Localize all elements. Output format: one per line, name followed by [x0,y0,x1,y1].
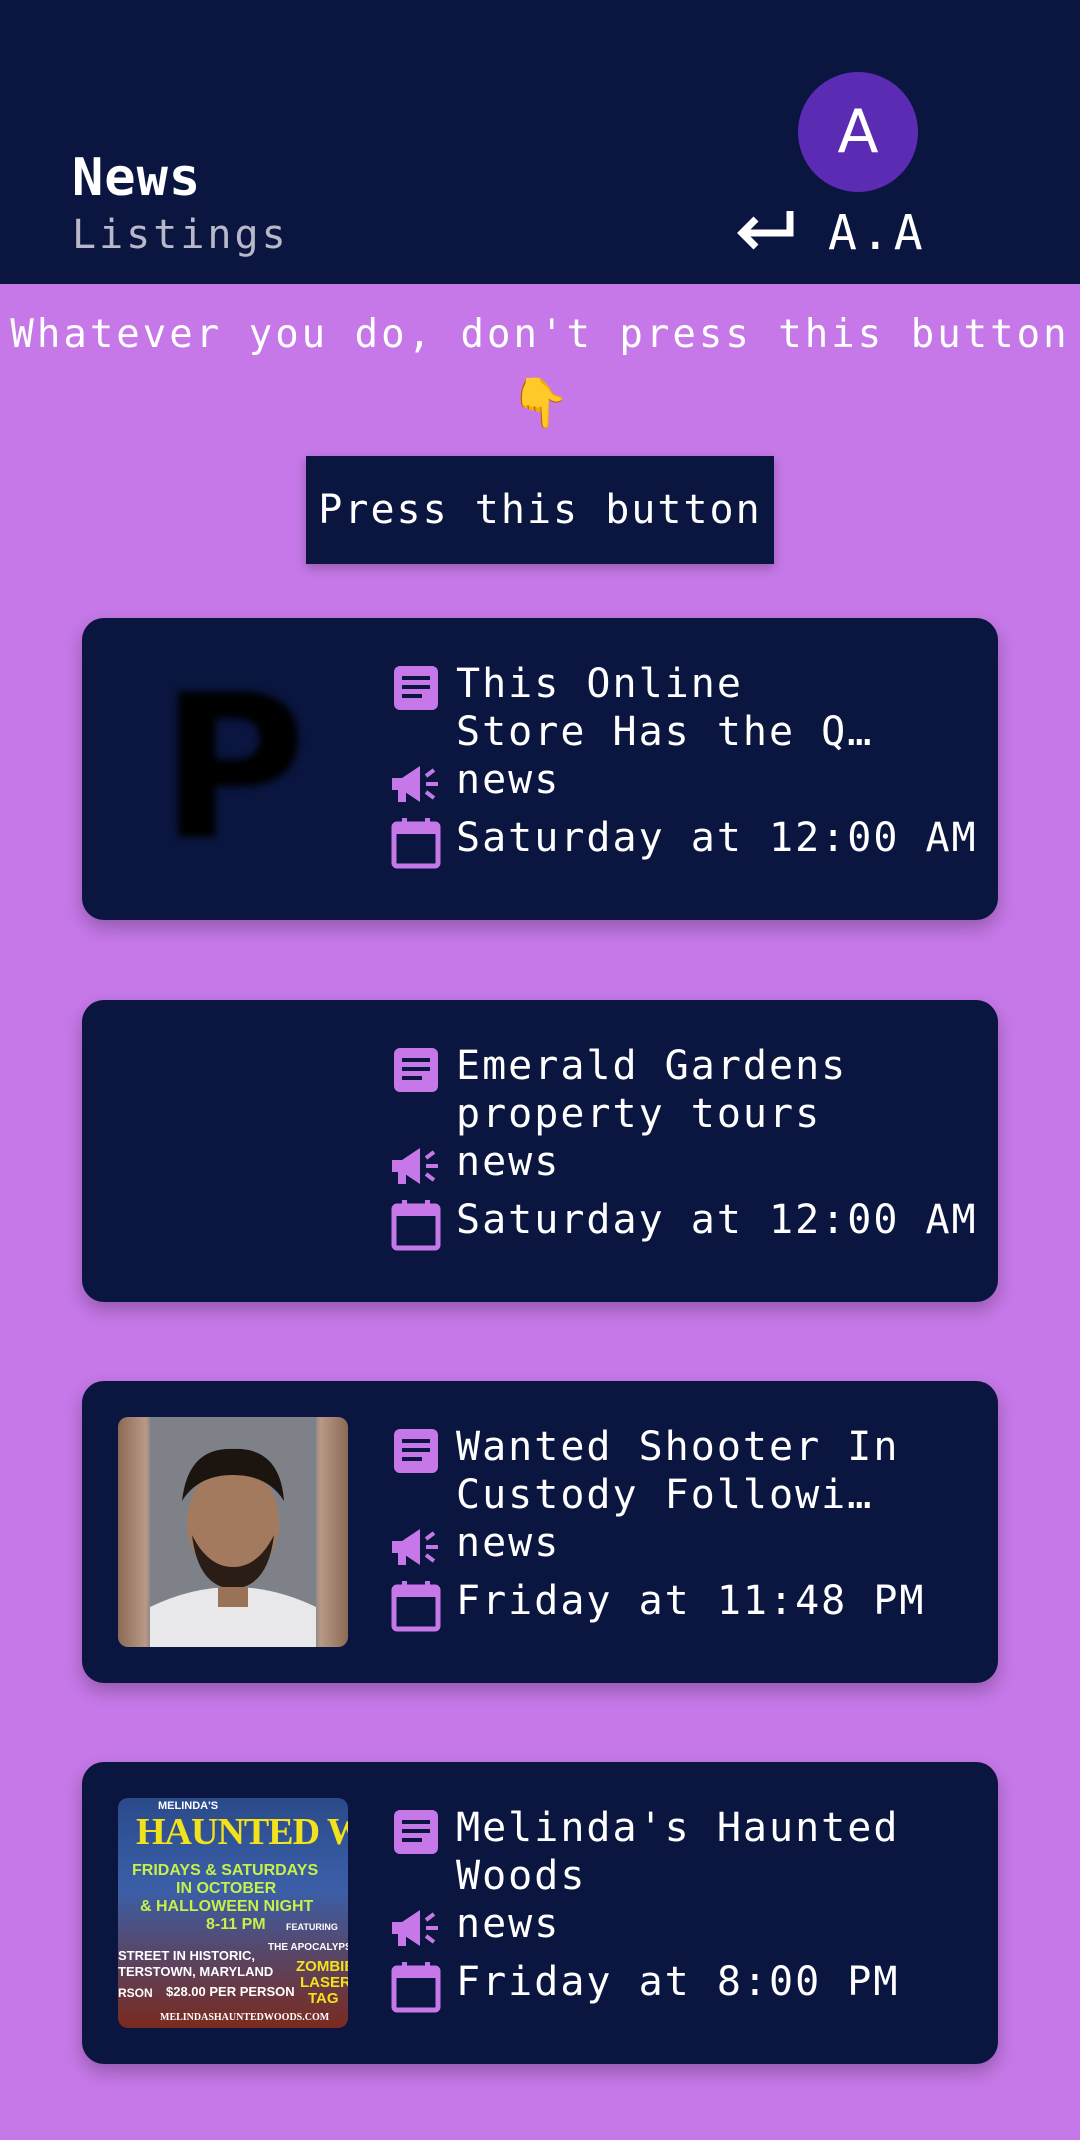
article-icon [394,1429,438,1473]
listing-title: Wanted Shooter In Custody Followi… [456,1424,900,1518]
poster-apocalypse: THE APOCALYPS [268,1942,348,1953]
listing-title-row: This Online Store Has the Q… [388,660,873,756]
enter-arrow-icon[interactable] [732,205,798,255]
listing-date-row: Saturday at 12:00 AM [388,1196,978,1252]
listing-date-row: Saturday at 12:00 AM [388,814,978,870]
listing-date-row: Friday at 8:00 PM [388,1958,899,2014]
article-icon [394,666,438,710]
poster-line: IN OCTOBER [176,1880,277,1897]
poster-url: MELINDASHAUNTEDWOODS.COM [160,2012,330,2023]
calendar-icon [391,818,441,869]
megaphone-icon [392,1148,438,1184]
listing-title-row: Melinda's Haunted Woods [388,1804,899,1900]
poster-town: TERSTOWN, MARYLAND [118,1964,274,1979]
app-header: News Listings A A.A [0,0,1080,284]
listing-title: Melinda's Haunted Woods [456,1805,900,1899]
listing-category: news [456,1901,561,1947]
poster-street: STREET IN HISTORIC, [118,1948,255,1963]
listing-title: This Online Store Has the Q… [456,661,874,755]
listing-date: Saturday at 12:00 AM [456,1197,978,1243]
calendar-icon [391,1581,441,1632]
listing-category: news [456,1520,561,1566]
poster-zombie: ZOMBIE [296,1958,348,1975]
poster-featuring: FEATURING [286,1922,338,1932]
megaphone-icon [392,1910,438,1946]
poster-line: FRIDAYS & SATURDAYS [132,1862,319,1879]
blurred-letter-image: P [159,654,307,884]
listing-date: Friday at 8:00 PM [456,1959,900,2005]
listing-category-row: news [388,1519,560,1575]
mugshot-photo [118,1417,348,1647]
poster-headline: HAUNTED WO [136,1811,348,1853]
article-icon [394,1810,438,1854]
megaphone-icon [392,766,438,802]
listing-category: news [456,757,561,803]
page-subtitle: Listings [72,212,289,258]
listing-category-row: news [388,1900,560,1956]
listing-category: news [456,1139,561,1185]
listing-card[interactable]: P This Online Store Has the Q… news Satu… [82,618,998,920]
listing-card[interactable]: MELINDA'S HAUNTED WO FRIDAYS & SATURDAYS… [82,1762,998,2064]
person-silhouette [150,1417,316,1647]
poster-line: & HALLOWEEN NIGHT [140,1898,314,1915]
megaphone-icon [392,1529,438,1565]
listing-title-row: Emerald Gardens property tours [388,1042,847,1138]
poster-rson: RSON [118,1986,153,2000]
listing-title-row: Wanted Shooter In Custody Followi… [388,1423,899,1519]
pointing-down-emoji: 👇 [510,375,570,431]
listing-card[interactable]: Emerald Gardens property tours news Satu… [82,1000,998,1302]
calendar-icon [391,1962,441,2013]
article-icon [394,1048,438,1092]
poster-tag: TAG [308,1990,339,2007]
listing-date: Saturday at 12:00 AM [456,815,978,861]
listing-thumbnail: P [118,654,348,884]
listing-date: Friday at 11:48 PM [456,1578,926,1624]
calendar-icon [391,1200,441,1251]
listing-date-row: Friday at 11:48 PM [388,1577,925,1633]
user-initials[interactable]: A.A [828,205,927,261]
avatar[interactable]: A [798,72,918,192]
warning-text: Whatever you do, don't press this button [10,312,1070,357]
listing-title: Emerald Gardens property tours [456,1043,848,1137]
page-title: News [72,148,202,208]
listing-category-row: news [388,756,560,812]
press-this-button[interactable]: Press this button [306,456,774,564]
poster-laser: LASER [300,1974,348,1991]
haunted-woods-poster: MELINDA'S HAUNTED WO FRIDAYS & SATURDAYS… [118,1798,348,2028]
poster-price: $28.00 PER PERSON [166,1984,295,1999]
listing-category-row: news [388,1138,560,1194]
poster-line: 8-11 PM [206,1916,266,1933]
listing-card[interactable]: Wanted Shooter In Custody Followi… news … [82,1381,998,1683]
